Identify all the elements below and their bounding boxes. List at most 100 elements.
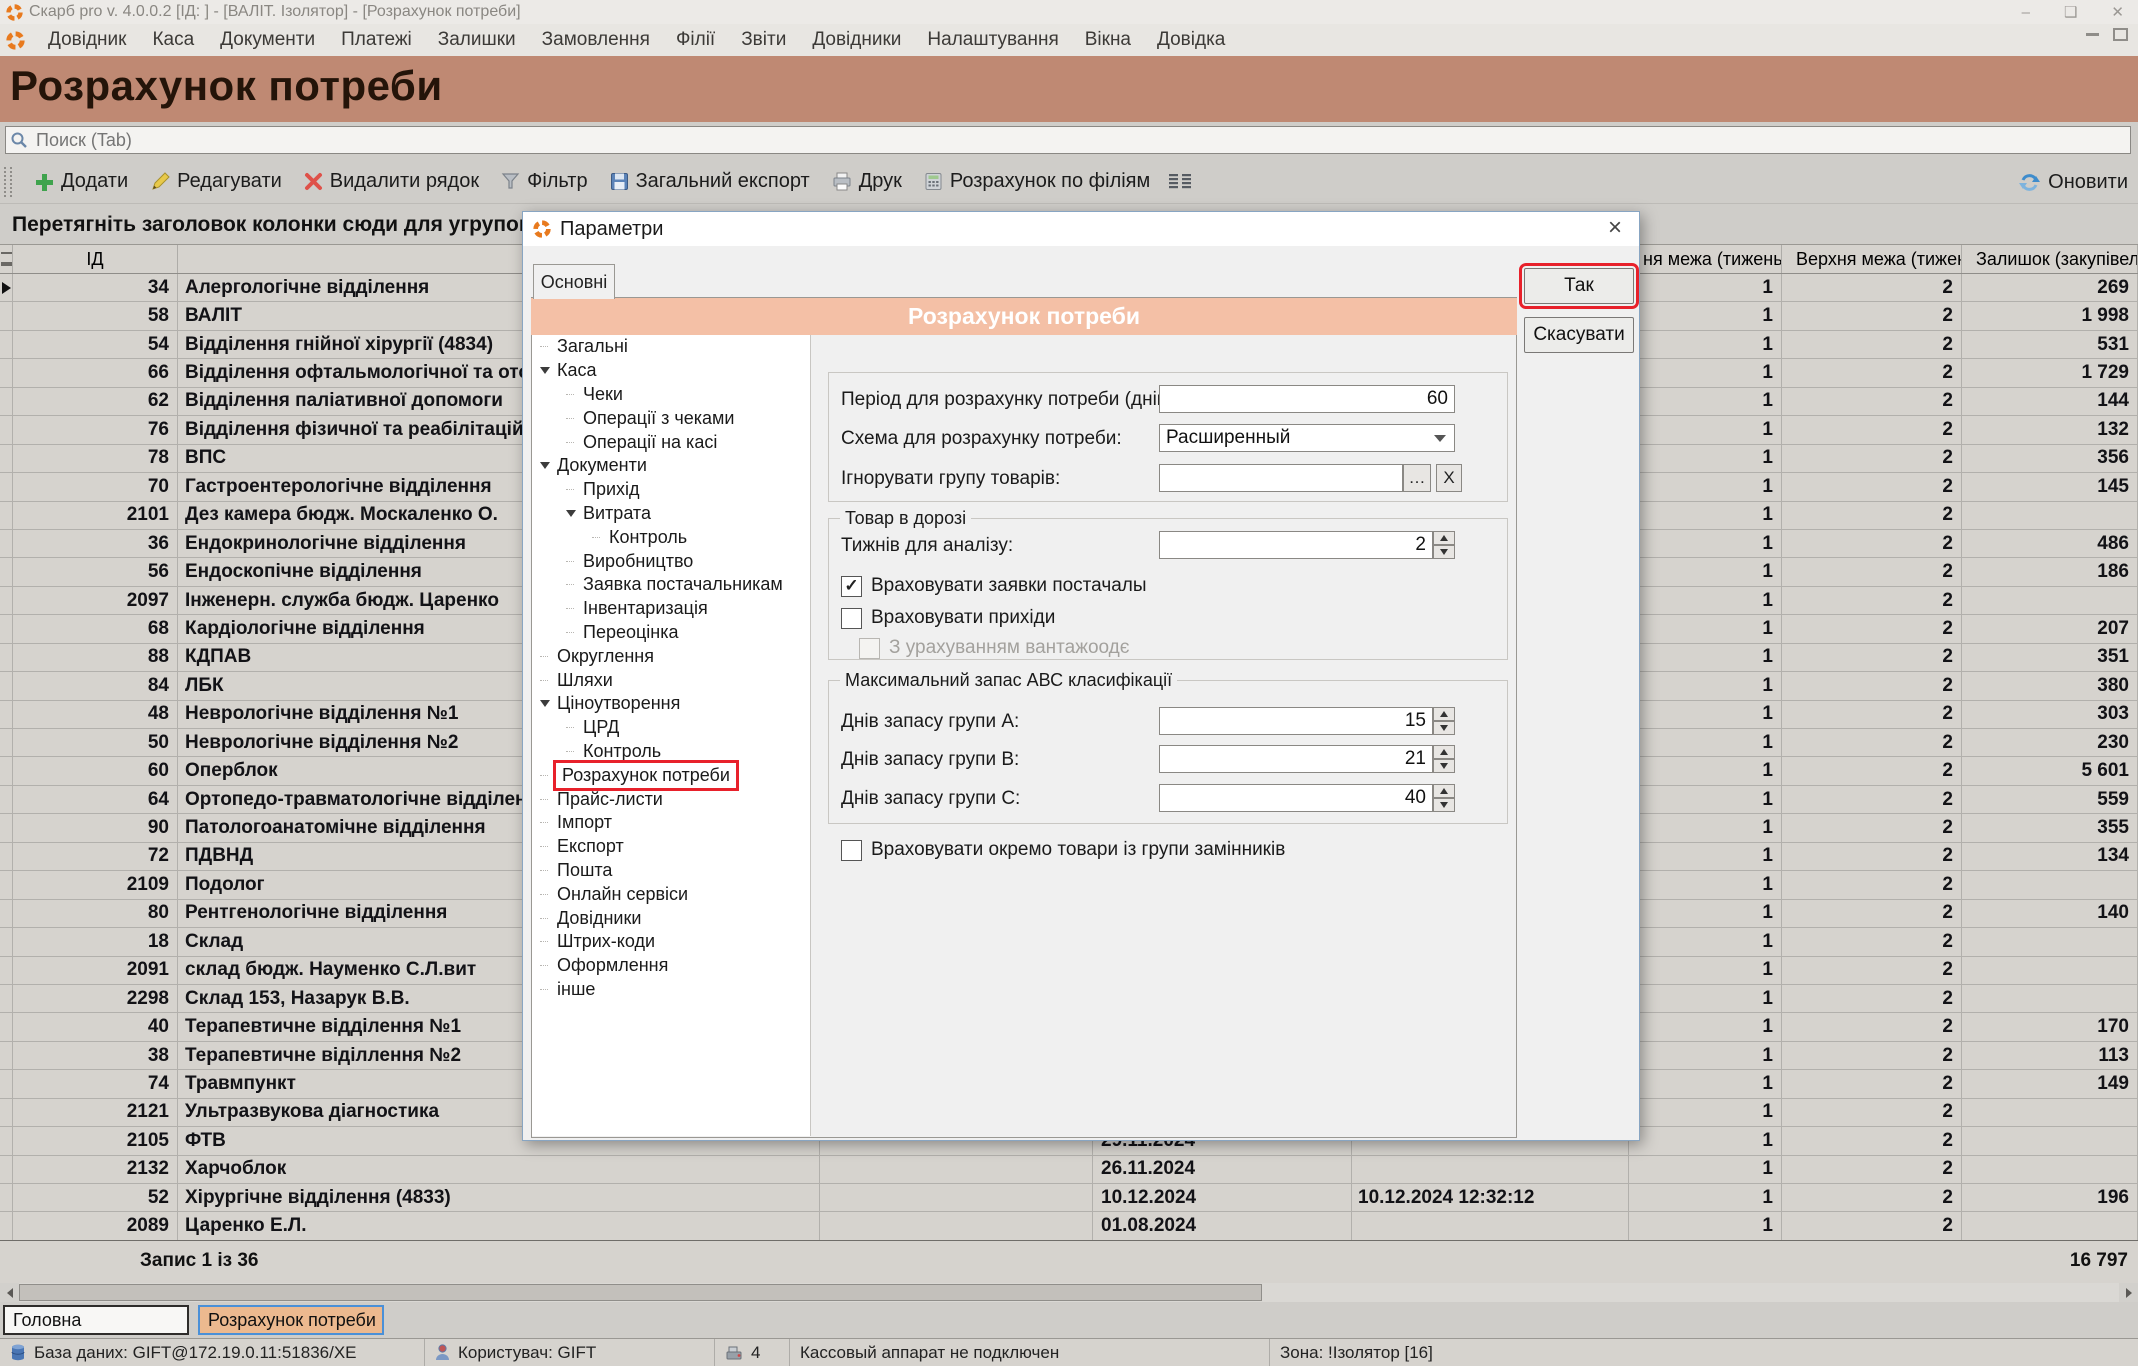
tree-item[interactable]: Переоцінка <box>532 621 810 645</box>
period-input[interactable]: 60 <box>1159 385 1455 413</box>
substitutes-checkbox[interactable]: Враховувати окремо товари із групи замін… <box>841 839 1285 861</box>
tree-item[interactable]: Довідники <box>532 906 810 930</box>
tree-item[interactable]: Документи <box>532 454 810 478</box>
scrollbar-thumb[interactable] <box>19 1284 1262 1301</box>
status-user: Користувач: GIFT <box>458 1343 596 1363</box>
tree-item[interactable]: Оформлення <box>532 954 810 978</box>
weeks-input[interactable]: 2 <box>1159 531 1433 559</box>
tree-item[interactable]: Імпорт <box>532 811 810 835</box>
menu-item[interactable]: Філії <box>663 24 728 56</box>
horizontal-scrollbar[interactable] <box>0 1283 2138 1303</box>
days-c-spinner[interactable] <box>1433 784 1455 812</box>
table-row[interactable]: 2132Харчоблок26.11.202412 <box>0 1156 2138 1184</box>
menu-item[interactable]: Каса <box>139 24 207 56</box>
columns-icon[interactable] <box>1168 172 1194 191</box>
column-header-lower[interactable]: ня межа (тижень) <box>1629 245 1782 273</box>
days-c-input[interactable]: 40 <box>1159 784 1433 812</box>
scroll-right-arrow[interactable] <box>2119 1283 2138 1302</box>
days-a-spinner[interactable] <box>1433 707 1455 735</box>
clear-button[interactable]: X <box>1436 464 1462 492</box>
tree-item[interactable]: Шляхи <box>532 668 810 692</box>
tree-item[interactable]: Заявка постачальникам <box>532 573 810 597</box>
close-button[interactable]: ✕ <box>2111 3 2124 21</box>
tree-item[interactable]: Розрахунок потреби <box>532 763 810 787</box>
tree-item[interactable]: Каса <box>532 359 810 383</box>
tab-home[interactable]: Головна <box>3 1305 189 1335</box>
table-row[interactable]: 2089Царенко Е.Л.01.08.202412 <box>0 1212 2138 1240</box>
add-button[interactable]: Додати <box>26 166 136 197</box>
delete-row-button[interactable]: Видалити рядок <box>296 166 487 197</box>
menu-item[interactable]: Документи <box>207 24 328 56</box>
tree-item[interactable]: Прихід <box>532 478 810 502</box>
filter-button[interactable]: Фільтр <box>493 166 595 197</box>
ok-button[interactable]: Так <box>1524 268 1634 304</box>
print-button[interactable]: Друк <box>824 166 910 197</box>
tree-item[interactable]: Ціноутворення <box>532 692 810 716</box>
weeks-spinner[interactable] <box>1433 531 1455 559</box>
tree-item[interactable]: Штрих-коди <box>532 930 810 954</box>
column-header-stock[interactable]: Залишок (закупівельн <box>1962 245 2138 273</box>
dialog-title: Параметри <box>560 218 663 241</box>
maximize-button[interactable]: ❑ <box>2064 3 2077 21</box>
dialog-close-icon[interactable]: × <box>1599 214 1631 242</box>
tree-item[interactable]: Округлення <box>532 644 810 668</box>
column-header-id[interactable]: ІД <box>13 245 178 273</box>
minimize-button[interactable]: – <box>2022 4 2030 21</box>
row-indicator-cell <box>0 843 13 871</box>
tree-item[interactable]: Контроль <box>532 740 810 764</box>
grid-menu-icon[interactable] <box>1 252 12 266</box>
cancel-button[interactable]: Скасувати <box>1524 317 1634 353</box>
table-row[interactable]: 52Хірургічне відділення (4833)10.12.2024… <box>0 1184 2138 1212</box>
tree-item[interactable]: Пошта <box>532 859 810 883</box>
menu-item[interactable]: Замовлення <box>529 24 663 56</box>
days-b-label: Днів запасу групи В: <box>841 749 1019 771</box>
tab-calc[interactable]: Розрахунок потреби <box>198 1305 384 1335</box>
export-button[interactable]: Загальний експорт <box>602 166 818 197</box>
tree-item[interactable]: Операції на касі <box>532 430 810 454</box>
edit-button[interactable]: Редагувати <box>142 166 290 197</box>
receipts-checkbox[interactable]: Враховувати прихіди <box>841 607 1055 629</box>
refresh-icon <box>2019 172 2040 193</box>
days-a-input[interactable]: 15 <box>1159 707 1433 735</box>
orders-checkbox[interactable]: Враховувати заявки постачалы <box>841 575 1147 597</box>
toolbar-grip[interactable] <box>4 167 12 197</box>
menu-item[interactable]: Звіти <box>728 24 799 56</box>
tree-item[interactable]: Інвентаризація <box>532 597 810 621</box>
days-b-input[interactable]: 21 <box>1159 745 1433 773</box>
menu-item[interactable]: Довідка <box>1144 24 1238 56</box>
menu-item[interactable]: Вікна <box>1072 24 1144 56</box>
scheme-label: Схема для розрахунку потреби: <box>841 428 1122 450</box>
tree-item[interactable]: Виробництво <box>532 549 810 573</box>
tree-item[interactable]: Прайс-листи <box>532 787 810 811</box>
tree-item[interactable]: Загальні <box>532 335 810 359</box>
tree-item[interactable]: Контроль <box>532 525 810 549</box>
menu-item[interactable]: Залишки <box>425 24 529 56</box>
days-a-label: Днів запасу групи А: <box>841 711 1019 733</box>
menu-item[interactable]: Довідник <box>35 24 139 56</box>
days-b-spinner[interactable] <box>1433 745 1455 773</box>
search-icon <box>10 131 28 149</box>
tree-item[interactable]: Експорт <box>532 835 810 859</box>
ignore-group-input[interactable] <box>1159 464 1403 492</box>
mdi-minimize-icon[interactable] <box>2086 33 2099 36</box>
ellipsis-button[interactable]: … <box>1403 464 1431 492</box>
scroll-left-arrow[interactable] <box>0 1283 19 1302</box>
tree-item[interactable]: інше <box>532 978 810 1002</box>
menu-item[interactable]: Довідники <box>799 24 914 56</box>
mdi-restore-icon[interactable] <box>2113 28 2128 41</box>
menu-item[interactable]: Платежі <box>328 24 425 56</box>
search-input[interactable] <box>34 129 1938 152</box>
refresh-button[interactable]: Оновити <box>2019 160 2128 204</box>
tree-item[interactable]: ЦРД <box>532 716 810 740</box>
menu-item[interactable]: Налаштування <box>914 24 1071 56</box>
tree-item[interactable]: Онлайн сервіси <box>532 882 810 906</box>
floppy-icon <box>610 172 629 191</box>
column-header-upper[interactable]: Верхня межа (тижень) <box>1782 245 1962 273</box>
scheme-select[interactable]: Расширенный <box>1159 424 1455 452</box>
tree-item[interactable]: Витрата <box>532 502 810 526</box>
calc-branches-button[interactable]: Розрахунок по філіям <box>916 166 1158 197</box>
tree-item[interactable]: Операції з чеками <box>532 406 810 430</box>
tab-main[interactable]: Основні <box>533 264 615 299</box>
tree-item[interactable]: Чеки <box>532 383 810 407</box>
search-box[interactable] <box>5 126 2131 154</box>
